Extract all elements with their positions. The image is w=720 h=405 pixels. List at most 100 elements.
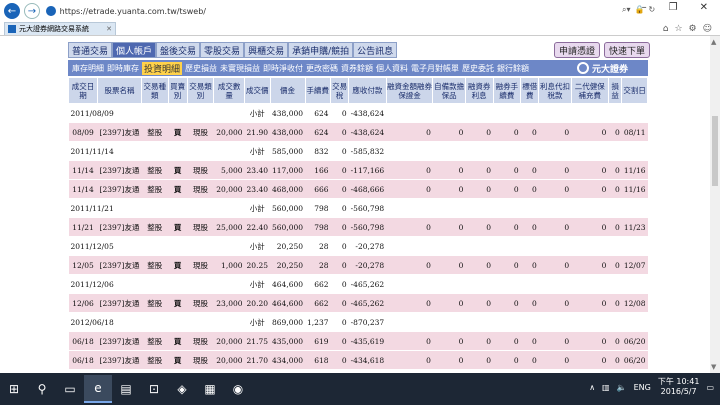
chrome-icon[interactable]: ◉	[224, 375, 252, 403]
menu-item[interactable]: 公告訊息	[353, 42, 398, 58]
close-button[interactable]: ✕	[700, 2, 708, 13]
submenu-item[interactable]: 即時淨收付	[263, 63, 303, 74]
store-icon[interactable]: ⊡	[140, 375, 168, 403]
table-cell: 06/20	[621, 331, 648, 351]
subtotal-row: 2011/12/05 小計 20,250 28 0 -20,278	[68, 236, 648, 256]
favorites-icon[interactable]: ☆	[674, 24, 682, 34]
submenu-item[interactable]: 電子月對帳單	[411, 63, 459, 74]
table-cell: 0	[330, 236, 349, 256]
clock[interactable]: 下午 10:41 2016/5/7	[658, 377, 700, 397]
subtotal-row: 2011/08/09 小計 438,000 624 0 -438,624	[68, 103, 648, 123]
menu-item[interactable]: 普通交易	[68, 42, 113, 58]
menu-item[interactable]: 個人帳戶	[112, 42, 157, 58]
table-cell: 0	[520, 179, 539, 199]
task-view-icon[interactable]: ▭	[56, 375, 84, 403]
submenu-item[interactable]: 未實現損益	[220, 63, 260, 74]
forward-button[interactable]: →	[24, 3, 40, 19]
table-cell: 798	[305, 217, 331, 237]
table-cell: 現股	[187, 160, 214, 180]
scroll-up-icon[interactable]: ▲	[711, 38, 716, 46]
file-explorer-icon[interactable]: ▤	[112, 375, 140, 403]
submenu-item[interactable]: 資券餘額	[341, 63, 373, 74]
submenu-item[interactable]: 投資明細	[142, 61, 183, 75]
settings-icon[interactable]: ⚙	[689, 24, 697, 34]
table-cell: 464,600	[270, 293, 306, 313]
close-tab-icon[interactable]: ✕	[106, 25, 112, 33]
table-cell: 0	[520, 160, 539, 180]
browser-tab[interactable]: 元大證券網路交易系統 ✕	[4, 22, 116, 35]
table-cell: 0	[571, 160, 609, 180]
table-cell: 585,000	[270, 141, 306, 161]
apply-certificate-button[interactable]: 申請憑證	[554, 42, 601, 58]
table-cell: 618	[305, 350, 331, 370]
menu-item[interactable]: 興櫃交易	[244, 42, 289, 58]
menu-item[interactable]: 盤後交易	[156, 42, 201, 58]
network-icon[interactable]: ▥	[602, 383, 610, 392]
menu-item[interactable]: 承銷申購/競拍	[288, 42, 354, 58]
brand-logo: 元大證券	[577, 61, 647, 75]
column-header: 應收付款	[348, 77, 387, 104]
table-cell: 0	[608, 160, 622, 180]
sub-menu: 庫存明細 即時庫存 投資明細 歷史損益 未實現損益 即時淨收付 更改密碼 資券餘額 個人資料 電子…	[68, 60, 648, 76]
quick-order-button[interactable]: 快速下單	[604, 42, 651, 58]
search-taskbar-icon[interactable]: ⚲	[28, 375, 56, 403]
minimize-button[interactable]: –	[642, 2, 647, 13]
address-bar[interactable]: https://etrade.yuanta.com.tw/tsweb/	[46, 3, 206, 19]
table-cell: 0	[493, 331, 521, 351]
language-indicator[interactable]: ENG	[634, 383, 651, 392]
table-cell: 11/21	[68, 217, 98, 237]
column-header: 成交日期	[67, 77, 99, 104]
table-cell: 12/08	[621, 293, 648, 313]
submenu-item[interactable]: 更改密碼	[306, 63, 338, 74]
table-cell: 0	[608, 350, 622, 370]
table-cell: 小計	[244, 103, 271, 123]
table-cell: 20,000	[213, 122, 245, 142]
table-row: 08/09 [2397]友通 整股買現股 20,000 21.90 438,000 624 0…	[68, 122, 648, 142]
column-header: 交易稅	[330, 77, 350, 104]
table-cell: 0	[330, 122, 349, 142]
table-cell: 0	[330, 179, 349, 199]
table-cell: 20.25	[244, 255, 271, 275]
submenu-item[interactable]: 銀行餘額	[497, 63, 529, 74]
home-icon[interactable]: ⌂	[663, 24, 669, 34]
table-cell: 0	[538, 160, 572, 180]
table-cell: 小計	[244, 236, 271, 256]
submenu-item[interactable]: 即時庫存	[107, 63, 139, 74]
notifications-icon[interactable]: ▭	[706, 383, 714, 392]
app-icon[interactable]: ▦	[196, 375, 224, 403]
table-cell: -585,832	[348, 141, 387, 161]
smiley-icon[interactable]: ☺	[703, 24, 712, 34]
clock-date: 2016/5/7	[660, 387, 697, 396]
table-cell: 0	[432, 122, 466, 142]
table-cell: 435,000	[270, 331, 306, 351]
table-cell: 20,000	[213, 350, 245, 370]
table-cell: 11/23	[621, 217, 648, 237]
start-button[interactable]: ⊞	[0, 375, 28, 403]
menu-item[interactable]: 零股交易	[200, 42, 245, 58]
column-header: 交易種類	[140, 77, 169, 104]
column-header: 股票名稱	[97, 77, 142, 104]
volume-icon[interactable]: 🔈	[617, 383, 627, 392]
vertical-scrollbar[interactable]: ▲ ▼	[710, 36, 720, 373]
table-cell: 整股	[141, 255, 169, 275]
table-cell: 0	[465, 179, 493, 199]
scroll-down-icon[interactable]: ▼	[711, 363, 716, 371]
table-cell: 619	[305, 331, 331, 351]
submenu-item[interactable]: 庫存明細	[72, 63, 104, 74]
table-cell	[386, 198, 648, 218]
table-cell: 0	[493, 160, 521, 180]
submenu-item[interactable]: 歷史損益	[185, 63, 217, 74]
back-button[interactable]: ←	[4, 3, 20, 19]
table-cell: 0	[386, 331, 433, 351]
tray-chevron-icon[interactable]: ∧	[589, 383, 595, 392]
scroll-thumb[interactable]	[712, 116, 718, 186]
submenu-item[interactable]: 歷史委託	[462, 63, 494, 74]
search-icon[interactable]: ⌕▾	[622, 5, 631, 15]
submenu-item[interactable]: 個人資料	[376, 63, 408, 74]
maximize-button[interactable]: ❐	[669, 2, 678, 13]
table-cell: 11/14	[68, 179, 98, 199]
media-icon[interactable]: ◈	[168, 375, 196, 403]
table-cell: 0	[571, 217, 609, 237]
ie-taskbar-icon[interactable]: e	[84, 375, 112, 403]
table-cell: -465,262	[348, 274, 387, 294]
